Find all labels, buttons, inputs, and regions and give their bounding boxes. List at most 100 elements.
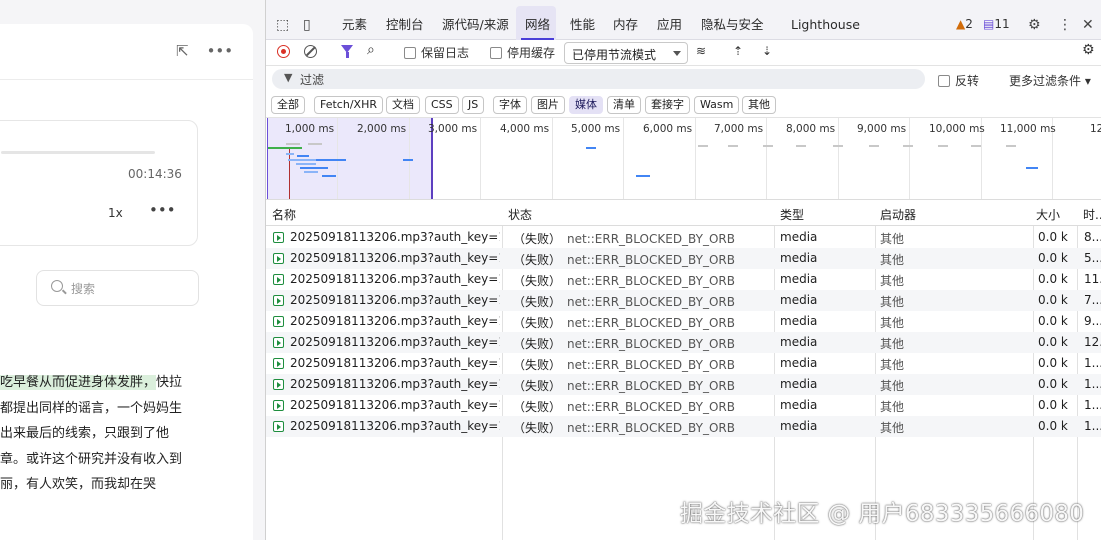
type-filter-img[interactable]: 图片 (531, 96, 565, 114)
table-row[interactable]: 20250918113206.mp3?auth_key=1... （失败） net:… (266, 353, 1101, 374)
table-row[interactable]: 20250918113206.mp3?auth_key=1... （失败） net:… (266, 416, 1101, 437)
header-divider (0, 79, 253, 80)
tab-sources[interactable]: 源代码/来源 (442, 0, 509, 40)
warning-icon: ▲ (956, 17, 966, 31)
column-header-size[interactable]: 大小 (1036, 206, 1060, 223)
type-filter-css[interactable]: CSS (425, 96, 459, 114)
column-header-time[interactable]: 时... (1083, 206, 1101, 223)
import-har-icon[interactable]: ⇡ (733, 44, 743, 58)
export-har-icon[interactable]: ⇣ (762, 44, 772, 58)
network-settings-icon[interactable]: ⚙ (1082, 42, 1095, 58)
tab-performance[interactable]: 性能 (570, 0, 595, 40)
filter-icon[interactable] (341, 45, 353, 58)
warnings-count[interactable]: ▲2 (956, 17, 973, 31)
timeline-request-bar (796, 145, 806, 147)
kebab-menu-icon[interactable]: ⋮ (1058, 17, 1072, 33)
share-icon[interactable]: ⇱ (176, 42, 189, 60)
audio-progress-track[interactable] (1, 151, 155, 154)
disable-cache-checkbox[interactable]: 停用缓存 (490, 44, 555, 61)
request-name[interactable]: 20250918113206.mp3?auth_key=1... (290, 398, 500, 412)
type-filter-doc[interactable]: 文档 (386, 96, 420, 114)
record-button[interactable] (277, 45, 290, 58)
tab-memory[interactable]: 内存 (613, 0, 638, 40)
search-input[interactable]: 搜索 (36, 270, 199, 306)
type-filter-media[interactable]: 媒体 (569, 96, 603, 114)
article-line: 都提出同样的谣言，一个妈妈生 (0, 396, 253, 422)
preserve-log-checkbox[interactable]: 保留日志 (404, 44, 469, 61)
table-row[interactable]: 20250918113206.mp3?auth_key=1... （失败） net:… (266, 311, 1101, 332)
type-filter-all[interactable]: 全部 (271, 96, 305, 114)
table-row[interactable]: 20250918113206.mp3?auth_key=1... （失败） net:… (266, 332, 1101, 353)
status-text: （失败） (513, 274, 562, 288)
type-filter-manifest[interactable]: 清单 (607, 96, 641, 114)
audio-more-button[interactable]: ••• (149, 201, 176, 219)
type-filter-other[interactable]: 其他 (742, 96, 776, 114)
tab-network[interactable]: 网络 (520, 0, 555, 40)
filter-input[interactable]: ▼ 过滤 (272, 69, 925, 89)
more-icon[interactable]: ••• (207, 42, 234, 60)
clear-button[interactable] (304, 45, 317, 58)
devtools-tab-bar: ⬚ ▯ 元素 控制台 源代码/来源 网络 性能 内存 应用 隐私与安全 Ligh… (266, 0, 1101, 40)
request-name[interactable]: 20250918113206.mp3?auth_key=1... (290, 314, 500, 328)
request-time: 8... (1084, 230, 1101, 244)
type-filter-font[interactable]: 字体 (493, 96, 527, 114)
type-filter-wasm[interactable]: Wasm (694, 96, 740, 114)
type-filter-js[interactable]: JS (462, 96, 485, 114)
table-row[interactable]: 20250918113206.mp3?auth_key=1... （失败） net:… (266, 248, 1101, 269)
requests-table-header: 名称 状态 类型 启动器 大小 时... (266, 200, 1101, 226)
request-name[interactable]: 20250918113206.mp3?auth_key=1... (290, 335, 500, 349)
request-type: media (780, 356, 818, 370)
table-row[interactable]: 20250918113206.mp3?auth_key=1... （失败） net:… (266, 227, 1101, 248)
table-row[interactable]: 20250918113206.mp3?auth_key=1... （失败） net:… (266, 269, 1101, 290)
throttle-value: 已停用节流模式 (572, 48, 657, 62)
tab-lighthouse[interactable]: Lighthouse (791, 0, 860, 40)
column-header-initiator[interactable]: 启动器 (880, 206, 916, 223)
filter-row: ▼ 过滤 反转 更多过滤条件 ▾ (266, 66, 1101, 92)
table-row[interactable]: 20250918113206.mp3?auth_key=1... （失败） net:… (266, 290, 1101, 311)
inspect-element-icon[interactable]: ⬚ (276, 17, 289, 33)
type-filter-fetch-xhr[interactable]: Fetch/XHR (314, 96, 383, 114)
column-header-type[interactable]: 类型 (780, 206, 804, 223)
request-name[interactable]: 20250918113206.mp3?auth_key=1... (290, 419, 500, 433)
request-time: 5... (1084, 251, 1101, 265)
playback-speed-button[interactable]: 1x (108, 206, 123, 220)
search-icon[interactable]: ⌕ (367, 42, 375, 58)
settings-gear-icon[interactable]: ⚙ (1028, 17, 1041, 33)
column-header-status[interactable]: 状态 (508, 206, 532, 223)
request-status: （失败） net::ERR_BLOCKED_BY_ORB (513, 356, 773, 373)
request-type: media (780, 230, 818, 244)
network-conditions-icon[interactable]: ≋ (696, 44, 706, 58)
request-name[interactable]: 20250918113206.mp3?auth_key=1... (290, 356, 500, 370)
timeline-tick-label: 4,000 ms (500, 123, 550, 135)
timeline-tick-label: 10,000 ms (929, 123, 985, 135)
tab-application[interactable]: 应用 (657, 0, 682, 40)
checkbox-box[interactable] (404, 47, 416, 59)
request-name[interactable]: 20250918113206.mp3?auth_key=1... (290, 377, 500, 391)
network-overview-timeline[interactable]: 1,000 ms 2,000 ms 3,000 ms 4,000 ms 5,000 ms… (266, 118, 1101, 200)
request-time: 12... (1084, 335, 1101, 349)
column-header-name[interactable]: 名称 (272, 206, 296, 223)
tab-privacy-security[interactable]: 隐私与安全 (701, 0, 764, 40)
tab-elements[interactable]: 元素 (342, 0, 367, 40)
close-icon[interactable]: ✕ (1082, 17, 1094, 33)
request-name[interactable]: 20250918113206.mp3?auth_key=1... (290, 251, 500, 265)
timeline-request-bar (286, 143, 300, 145)
checkbox-box[interactable] (490, 47, 502, 59)
request-name[interactable]: 20250918113206.mp3?auth_key=1... (290, 293, 500, 307)
more-filters-dropdown[interactable]: 更多过滤条件 ▾ (1009, 72, 1091, 89)
status-text: （失败） (513, 337, 562, 351)
table-row[interactable]: 20250918113206.mp3?auth_key=1... （失败） net:… (266, 395, 1101, 416)
device-toolbar-icon[interactable]: ▯ (303, 17, 311, 33)
audio-duration: 00:14:36 (128, 167, 182, 181)
request-size: 0.0 kB (1038, 272, 1068, 286)
table-row[interactable]: 20250918113206.mp3?auth_key=1... （失败） net:… (266, 374, 1101, 395)
type-filter-socket[interactable]: 套接字 (645, 96, 690, 114)
throttle-select[interactable]: 已停用节流模式 (564, 42, 688, 64)
tab-console[interactable]: 控制台 (386, 0, 424, 40)
request-name[interactable]: 20250918113206.mp3?auth_key=1... (290, 272, 500, 286)
request-name[interactable]: 20250918113206.mp3?auth_key=1... (290, 230, 500, 244)
checkbox-box[interactable] (938, 75, 950, 87)
request-status: （失败） net::ERR_BLOCKED_BY_ORB (513, 230, 773, 247)
invert-checkbox[interactable]: 反转 (938, 72, 979, 89)
messages-count[interactable]: ▤11 (983, 17, 1010, 31)
